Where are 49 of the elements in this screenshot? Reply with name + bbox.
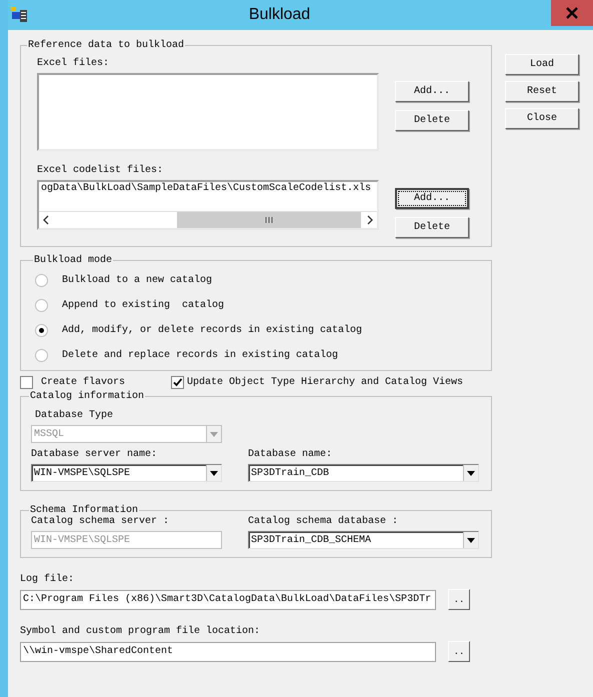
field-label: Catalog schema database : — [248, 516, 400, 527]
scrollbar[interactable] — [39, 211, 377, 228]
radio-button[interactable] — [35, 299, 48, 312]
radio-button[interactable] — [35, 274, 48, 287]
checkbox-label[interactable]: Update Object Type Hierarchy and Catalog Views — [187, 376, 464, 388]
dialog-button[interactable]: Delete — [395, 217, 469, 238]
close-icon — [566, 7, 578, 19]
group-title: Reference data to bulkload — [27, 40, 186, 51]
field-label: Catalog schema server : — [31, 516, 170, 527]
radio-label[interactable]: Bulkload to a new catalog — [62, 275, 212, 286]
group-title: Schema Information — [29, 505, 140, 516]
path-field[interactable]: \\win-vmspe\SharedContent — [20, 642, 436, 662]
field-label: Database Type — [35, 410, 114, 421]
dropdown[interactable]: WIN-VMSPE\SQLSPE — [31, 464, 222, 482]
dialog-button[interactable]: Delete — [395, 110, 469, 131]
dialog-button[interactable]: Close — [505, 108, 579, 129]
path-field[interactable]: C:\Program Files (x86)\Smart3D\CatalogData\BulkLoad\DataFiles\SP3DTr — [20, 590, 436, 610]
checkbox-label[interactable]: Create flavors — [41, 376, 126, 388]
file-list[interactable] — [37, 73, 379, 151]
field-label: Log file: — [20, 574, 76, 585]
field-label: Excel files: — [37, 58, 110, 69]
app-icon — [10, 7, 28, 23]
checkbox[interactable] — [171, 376, 184, 388]
field-label: Symbol and custom program file location: — [20, 626, 262, 637]
dialog-button[interactable]: Add... — [395, 81, 469, 102]
radio-label[interactable]: Delete and replace records in existing catalog — [62, 350, 338, 361]
dialog-button[interactable]: Reset — [505, 81, 579, 102]
file-list[interactable]: ogData\BulkLoad\SampleDataFiles\CustomScaleCodelist.xls — [37, 180, 379, 230]
radio-button[interactable] — [35, 349, 48, 362]
list-item[interactable]: ogData\BulkLoad\SampleDataFiles\CustomScaleCodelist.xls — [39, 182, 377, 195]
field-label: Excel codelist files: — [37, 165, 164, 176]
browse-button[interactable]: .. — [448, 589, 470, 610]
dialog-button[interactable]: Add... — [395, 188, 469, 209]
radio-button[interactable] — [35, 324, 48, 337]
radio-label[interactable]: Append to existing catalog — [62, 300, 224, 311]
checkbox[interactable] — [20, 376, 33, 388]
dialog-button[interactable]: Load — [505, 54, 579, 75]
radio-label[interactable]: Add, modify, or delete records in existing catalog — [62, 325, 362, 336]
grip-icon — [265, 216, 274, 224]
scrollbar-thumb[interactable] — [177, 212, 361, 228]
close-window-button[interactable] — [551, 0, 593, 26]
group-title: Bulkload mode — [33, 255, 114, 266]
dropdown[interactable]: SP3DTrain_CDB_SCHEMA — [248, 531, 479, 549]
field-label: Database name: — [248, 449, 334, 460]
dropdown[interactable]: SP3DTrain_CDB — [248, 464, 479, 482]
field-label: Database server name: — [31, 449, 158, 460]
group-title: Catalog information — [29, 391, 146, 402]
browse-button[interactable]: .. — [448, 641, 470, 662]
window-title: Bulkload — [248, 6, 312, 24]
